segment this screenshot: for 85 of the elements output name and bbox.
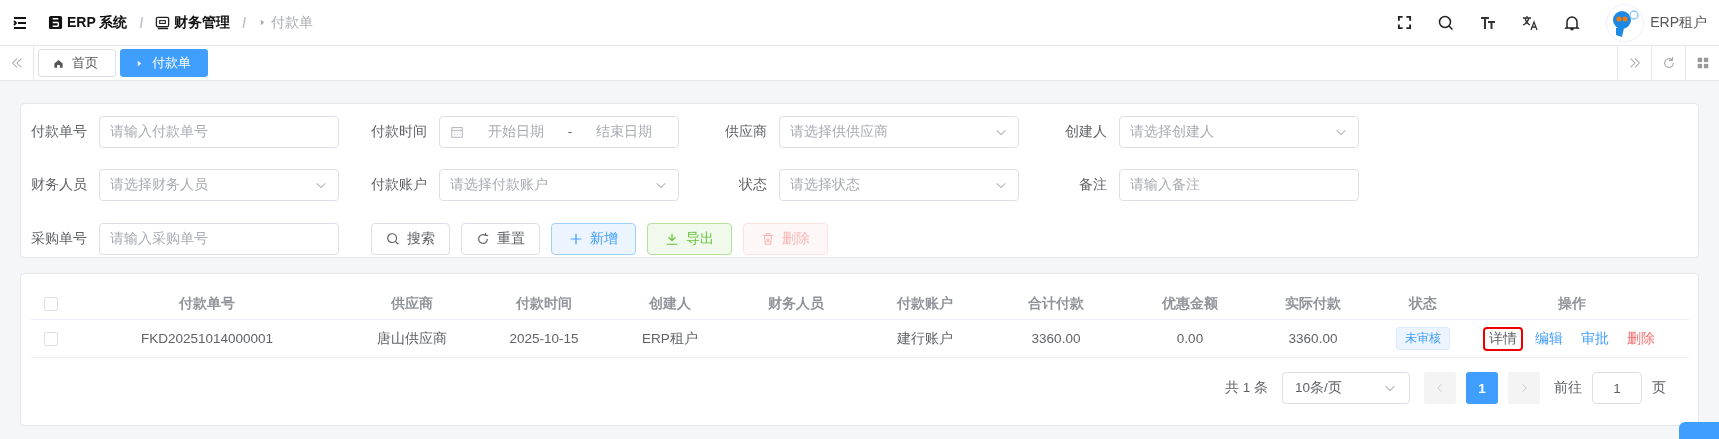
- column-header: 供应商: [390, 294, 434, 313]
- table-cell-text: 3360.00: [1030, 331, 1082, 346]
- refresh-icon: [1661, 56, 1676, 70]
- field-label: 备注: [1078, 176, 1108, 195]
- page-suffix: 页: [1652, 379, 1666, 397]
- select-field[interactable]: 请选择供供应商: [779, 115, 1019, 148]
- wallet-icon: [155, 15, 171, 30]
- action-button[interactable]: 导出: [647, 223, 732, 256]
- table-cell-text: 0.00: [1175, 331, 1205, 346]
- calendar-icon: [450, 124, 464, 139]
- row-action-link[interactable]: 删除: [1623, 328, 1659, 349]
- select-all-checkbox[interactable]: [44, 296, 58, 311]
- column-header: 付款单号: [178, 294, 236, 313]
- select-field[interactable]: 请选择状态: [779, 169, 1019, 202]
- breadcrumb-separator: /: [242, 14, 247, 31]
- logo-icon: [48, 15, 63, 30]
- table-cell-text: 建行账户: [896, 329, 954, 348]
- field-label: 供应商: [724, 122, 768, 141]
- row-action-link[interactable]: 审批: [1577, 328, 1613, 349]
- goto-label: 前往: [1554, 379, 1582, 397]
- next-page-button[interactable]: [1508, 372, 1540, 404]
- plus-icon: [569, 232, 583, 247]
- status-tag: 未审核: [1396, 327, 1450, 350]
- column-header: 付款账户: [896, 294, 954, 313]
- action-button[interactable]: 搜索: [371, 223, 450, 256]
- prev-page-button[interactable]: [1424, 372, 1456, 404]
- row-action-link[interactable]: 详情: [1485, 328, 1521, 349]
- input-field[interactable]: 请输入采购单号: [99, 223, 339, 256]
- field-label: 付款单号: [31, 122, 88, 141]
- double-chevron-left-icon: [9, 56, 24, 70]
- home-icon: [53, 57, 64, 69]
- table-cell-text: ERP租户: [641, 329, 699, 348]
- translate-icon: [1522, 14, 1539, 31]
- column-header: 状态: [1407, 294, 1438, 313]
- field-label: 状态: [738, 176, 768, 195]
- breadcrumb-separator: /: [139, 14, 144, 31]
- table-cell-text: 2025-10-15: [508, 331, 580, 346]
- trash-icon: [761, 232, 775, 247]
- tab[interactable]: 付款单: [120, 49, 208, 77]
- user-name[interactable]: ERP租户: [1650, 13, 1707, 32]
- breadcrumb-item[interactable]: 财务管理: [174, 13, 231, 32]
- column-header: 优惠金额: [1161, 294, 1219, 313]
- grid-icon: [1695, 56, 1710, 70]
- page-size-select[interactable]: 10条/页: [1282, 372, 1410, 404]
- fullscreen-icon: [1397, 15, 1413, 30]
- action-button[interactable]: 新增: [551, 223, 636, 256]
- date-range-field[interactable]: 开始日期 - 结束日期: [439, 115, 679, 148]
- bell-icon: [1564, 14, 1581, 31]
- download-icon: [665, 232, 679, 247]
- row-action-link[interactable]: 编辑: [1531, 328, 1567, 349]
- column-header: 合计付款: [1027, 294, 1085, 313]
- field-label: 采购单号: [31, 230, 88, 249]
- table-cell-text: 3360.00: [1287, 331, 1339, 346]
- caret-icon: [135, 58, 144, 68]
- total-count: 共 1 条: [1225, 379, 1268, 397]
- search-icon: [386, 232, 400, 247]
- select-field[interactable]: 请选择创建人: [1119, 115, 1359, 148]
- column-header: 创建人: [648, 294, 692, 313]
- column-header: 实际付款: [1284, 294, 1342, 313]
- field-label: 创建人: [1064, 122, 1108, 141]
- floating-button[interactable]: [1679, 422, 1719, 439]
- menu-icon: [12, 14, 28, 31]
- font-size-icon: [1480, 14, 1497, 31]
- refresh-icon: [476, 232, 490, 247]
- select-field[interactable]: 请选择付款账户: [439, 169, 679, 202]
- avatar-icon: [1606, 3, 1645, 42]
- page-input[interactable]: 1: [1592, 372, 1642, 404]
- field-label: 财务人员: [31, 176, 88, 195]
- tab[interactable]: 首页: [38, 49, 116, 77]
- page-button[interactable]: 1: [1466, 372, 1498, 404]
- input-field[interactable]: 请输入付款单号: [99, 115, 339, 148]
- input-field[interactable]: 请输入备注: [1119, 169, 1359, 202]
- breadcrumb-item[interactable]: ERP 系统: [67, 13, 128, 32]
- column-header: 财务人员: [767, 294, 825, 313]
- column-header: 付款时间: [515, 294, 573, 313]
- table-cell-text: 唐山供应商: [376, 329, 448, 348]
- row-checkbox[interactable]: [44, 331, 58, 346]
- column-header: 操作: [1557, 294, 1587, 313]
- select-field[interactable]: 请选择财务人员: [99, 169, 339, 202]
- table-cell-text: FKD20251014000001: [139, 331, 275, 346]
- search-icon: [1438, 14, 1455, 31]
- action-button[interactable]: 重置: [461, 223, 540, 256]
- breadcrumb-item[interactable]: 付款单: [271, 13, 314, 32]
- field-label: 付款账户: [371, 176, 428, 195]
- field-label: 付款时间: [371, 122, 428, 141]
